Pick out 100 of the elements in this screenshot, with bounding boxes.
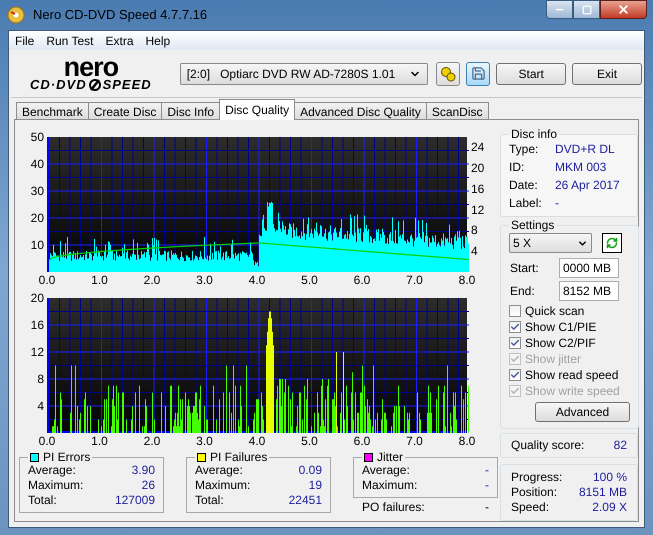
save-button[interactable] <box>466 62 490 86</box>
stat-label: Average: <box>362 463 410 478</box>
menu-item[interactable]: Run Test <box>40 32 100 50</box>
group-title: Disc info <box>511 128 558 140</box>
axis-tick-label: 7.0 <box>406 274 423 286</box>
axis-tick-label: 6.0 <box>354 274 370 286</box>
checkbox-label: Quick scan <box>525 303 584 320</box>
axis-tick-label: 4 <box>471 245 478 258</box>
axis-tick-label: 30 <box>30 185 44 197</box>
info-label: Label: <box>509 195 543 212</box>
axis-tick-label: 8 <box>471 224 478 236</box>
axis-tick-label: 3.0 <box>196 274 213 286</box>
stat-value: - <box>485 500 489 515</box>
menu-item[interactable]: File <box>9 32 40 50</box>
checkbox-label: Show jitter <box>525 351 582 368</box>
slashed-disc-icon <box>88 78 102 90</box>
checkbox[interactable] <box>509 337 521 349</box>
disc-drive-button[interactable] <box>436 62 460 86</box>
stat-value: 82 <box>614 438 627 453</box>
maximize-button[interactable] <box>573 0 600 19</box>
logo-text: SPEED <box>102 78 152 91</box>
stat-value: 0.09 <box>298 463 322 478</box>
stat-value: 3.90 <box>132 463 155 478</box>
stat-label: Total: <box>195 493 224 508</box>
info-label: Type: <box>509 141 540 158</box>
action-button[interactable]: Exit <box>572 62 642 84</box>
group-title: Jitter <box>377 451 404 463</box>
axis-tick-label: 12 <box>30 346 44 358</box>
checkbox[interactable] <box>509 369 521 381</box>
axis-tick-label: 0.0 <box>38 435 56 447</box>
speed-dropdown[interactable]: 5 X <box>509 233 592 253</box>
info-value: DVD+R DL <box>555 141 615 158</box>
checkbox-label: Show C1/PIE <box>525 319 596 336</box>
group-title: PI Errors <box>43 451 90 463</box>
tab[interactable]: ScanDisc <box>426 102 489 120</box>
stat-label: Maximum: <box>195 478 250 493</box>
stat-value: 8151 MB <box>578 485 627 500</box>
axis-tick-label: 20 <box>471 162 484 174</box>
checkbox-label: Show write speed <box>525 383 620 400</box>
stat-label: Total: <box>28 493 57 508</box>
axis-tick-label: 8.0 <box>458 274 476 286</box>
info-value: MKM 003 <box>555 159 606 176</box>
stat-value: - <box>485 463 489 478</box>
refresh-icon <box>606 237 618 249</box>
axis-tick-label: 50 <box>30 131 44 143</box>
axis-tick-label: 2.0 <box>144 435 160 447</box>
checkbox-label: Show read speed <box>525 367 618 384</box>
close-button[interactable] <box>600 0 647 19</box>
stat-label: PO failures: <box>362 500 425 515</box>
field-label: Start: <box>509 260 540 277</box>
menu-item[interactable]: Extra <box>99 32 140 50</box>
stat-value: 2.09 X <box>592 500 627 515</box>
stat-value: 22451 <box>288 493 322 508</box>
tab[interactable]: Benchmark <box>16 102 89 120</box>
stat-value: 26 <box>142 478 155 493</box>
checkbox[interactable] <box>509 321 521 333</box>
menu-item[interactable]: Help <box>140 32 176 50</box>
tab[interactable]: Create Disc <box>88 102 162 120</box>
axis-tick-label: 0.0 <box>38 274 56 286</box>
stat-value: 100 % <box>592 470 627 485</box>
maximize-icon <box>582 4 592 14</box>
tab[interactable]: Disc Info <box>161 102 220 120</box>
axis-tick-label: 16 <box>30 319 44 331</box>
axis-tick-label: 16 <box>471 182 484 195</box>
axis-tick-label: 20 <box>30 292 44 304</box>
stat-value: - <box>485 478 489 493</box>
axis-tick-label: 8 <box>37 373 44 385</box>
axis-tick-label: 2.0 <box>144 274 160 286</box>
stat-label: Maximum: <box>28 478 84 493</box>
tab[interactable]: Disc Quality <box>219 99 296 120</box>
axis-tick-label: 40 <box>30 158 44 170</box>
axis-tick-label: 10 <box>30 239 44 251</box>
info-label: ID: <box>509 159 526 176</box>
stat-label: Position: <box>511 485 558 500</box>
group-title: PI Failures <box>210 451 268 463</box>
stat-value: 19 <box>308 478 322 493</box>
stat-value: 127009 <box>114 493 155 508</box>
axis-tick-label: 4.0 <box>248 435 266 447</box>
drive-dropdown[interactable]: [2:0] Optiarc DVD RW AD-7280S 1.01 <box>180 62 428 84</box>
checkbox[interactable] <box>509 305 521 317</box>
end-field[interactable]: 8152 MB <box>559 281 619 301</box>
field-label: End: <box>509 283 536 300</box>
stat-label: Average: <box>195 463 243 478</box>
tab[interactable]: Advanced Disc Quality <box>294 102 427 120</box>
save-icon <box>470 66 486 81</box>
advanced-button[interactable]: Advanced <box>535 402 630 422</box>
axis-tick-label: 1.0 <box>91 274 108 286</box>
group-title: Settings <box>511 219 554 231</box>
action-button[interactable]: Start <box>496 62 566 84</box>
info-value: - <box>555 195 559 212</box>
refresh-button[interactable] <box>602 233 622 253</box>
close-icon <box>617 3 630 16</box>
axis-tick-label: 24 <box>471 141 484 154</box>
start-field[interactable]: 0000 MB <box>559 258 619 278</box>
minimize-button[interactable] <box>546 0 573 19</box>
disc-icon <box>7 6 25 24</box>
axis-tick-label: 7.0 <box>406 435 423 447</box>
info-label: Date: <box>509 177 539 194</box>
axis-tick-label: 8.0 <box>458 435 476 447</box>
axis-tick-label: 1.0 <box>91 435 108 447</box>
